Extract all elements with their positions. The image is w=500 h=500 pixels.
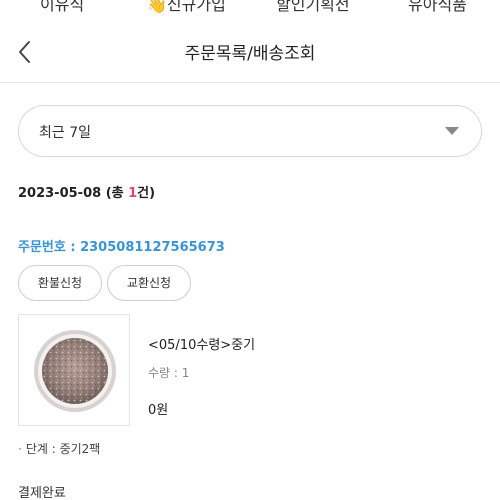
top-tab-toddler-food[interactable]: 유아식품 — [408, 0, 467, 15]
porridge-bowl-image — [34, 330, 116, 412]
product-option-text: 단계 : 중기2팩 — [25, 442, 101, 456]
exchange-request-button[interactable]: 교환신청 — [107, 265, 191, 301]
order-count-suffix: 건) — [137, 186, 156, 201]
product-option: · 단계 : 중기2팩 — [18, 440, 100, 457]
payment-status: 결제완료 — [18, 486, 66, 500]
period-dropdown[interactable]: 최근 7일 — [18, 105, 482, 157]
top-category-nav: 이유식 👋신규가입 할인기획전 유아식품 — [0, 0, 500, 18]
order-date: 2023-05-08 — [18, 186, 102, 201]
refund-request-button[interactable]: 환불신청 — [18, 265, 102, 301]
chevron-down-icon — [445, 127, 459, 135]
product-quantity: 수량 : 1 — [148, 366, 190, 380]
top-tab-discount-promo[interactable]: 할인기획전 — [276, 0, 350, 15]
product-image[interactable] — [18, 314, 130, 426]
top-tab-baby-food[interactable]: 이유식 — [40, 0, 84, 15]
product-name[interactable]: <05/10수령>중기 — [148, 334, 255, 353]
period-selected-value: 최근 7일 — [39, 125, 91, 141]
order-number-link[interactable]: 주문번호 : 2305081127565673 — [18, 236, 225, 255]
product-price: 0원 — [148, 403, 169, 418]
order-count: 1 — [128, 186, 138, 201]
page-header: 주문목록/배송조회 — [0, 18, 500, 83]
order-count-prefix: (총 — [105, 186, 129, 201]
top-tab-new-signup[interactable]: 👋신규가입 — [147, 0, 226, 15]
order-date-heading: 2023-05-08 (총 1건) — [18, 182, 155, 201]
page-title: 주문목록/배송조회 — [184, 44, 316, 64]
bullet-dot-icon: · — [18, 442, 22, 456]
